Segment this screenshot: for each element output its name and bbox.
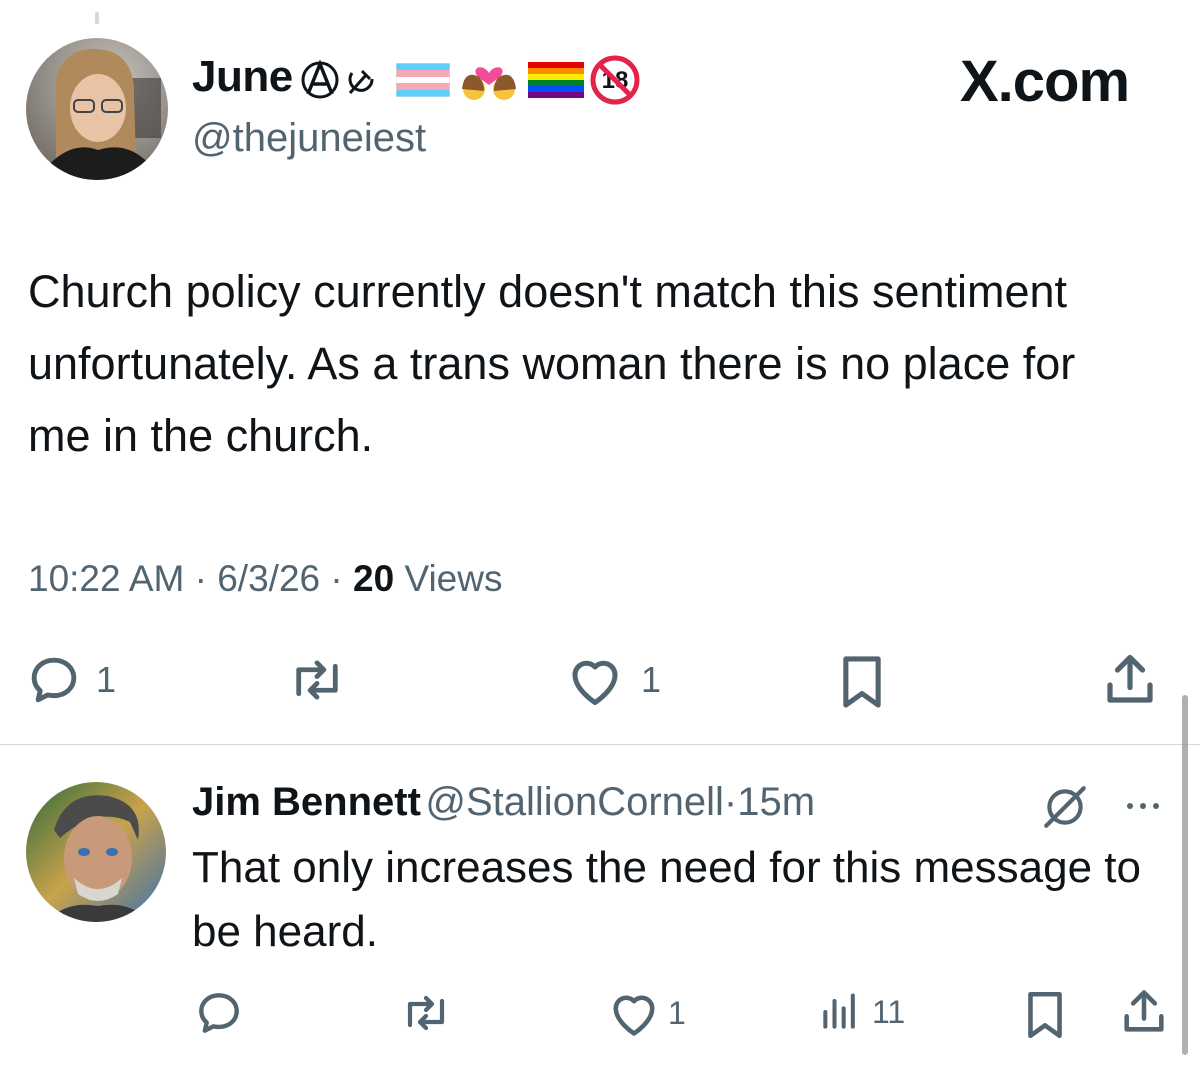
share-button[interactable] bbox=[1100, 650, 1160, 710]
reply-header: Jim Bennett @StallionCornell·15m bbox=[192, 780, 815, 825]
no-under-18-icon: 18 bbox=[590, 55, 640, 105]
like-count: 1 bbox=[641, 659, 662, 700]
tweet-date[interactable]: 6/3/26 bbox=[217, 558, 320, 599]
views-count: 20 bbox=[353, 558, 395, 599]
couple-with-heart-icon bbox=[456, 55, 522, 105]
reply-views-count: 11 bbox=[872, 993, 906, 1030]
reply-icon bbox=[26, 652, 82, 708]
share-icon bbox=[1118, 986, 1170, 1038]
tweet-divider bbox=[0, 744, 1200, 745]
author-avatar[interactable] bbox=[26, 38, 168, 180]
reply-repost-button[interactable] bbox=[398, 988, 454, 1038]
name-emoji-row: 18 bbox=[300, 55, 640, 105]
reply-icon bbox=[194, 988, 244, 1038]
like-icon bbox=[565, 652, 625, 708]
share-icon bbox=[1100, 650, 1160, 710]
tweet-time[interactable]: 10:22 AM bbox=[28, 558, 184, 599]
reply-separator: · bbox=[723, 780, 738, 824]
repost-icon bbox=[398, 988, 454, 1038]
reply-button[interactable]: 1 bbox=[26, 652, 116, 708]
display-name-text: June bbox=[192, 52, 293, 101]
anarchy-icon bbox=[300, 60, 340, 100]
top-dot bbox=[95, 12, 99, 24]
reply-like-count: 1 bbox=[668, 994, 686, 1031]
tweet-text: Church policy currently doesn't match th… bbox=[28, 266, 1076, 461]
reply-age[interactable]: 15m bbox=[737, 780, 815, 824]
reply-handle[interactable]: @StallionCornell bbox=[425, 780, 724, 824]
author-display-name[interactable]: June bbox=[192, 52, 293, 102]
like-icon bbox=[606, 988, 662, 1038]
author-handle[interactable]: @thejuneiest bbox=[192, 116, 426, 161]
reply-bookmark-button[interactable] bbox=[1020, 988, 1070, 1042]
more-button[interactable] bbox=[1118, 786, 1168, 826]
brand-label: X.com bbox=[960, 49, 1130, 114]
scrollbar[interactable] bbox=[1182, 695, 1188, 1055]
reply-views-button[interactable]: 11 bbox=[818, 990, 905, 1034]
meta-separator: · bbox=[330, 558, 343, 599]
reply-count: 1 bbox=[96, 659, 117, 700]
bookmark-button[interactable] bbox=[834, 652, 890, 712]
more-icon bbox=[1118, 786, 1168, 826]
reply-avatar[interactable] bbox=[26, 782, 166, 922]
repost-button[interactable] bbox=[285, 652, 349, 708]
tweet-meta: 10:22 AM · 6/3/26 · 20 Views bbox=[28, 558, 502, 600]
like-button[interactable]: 1 bbox=[565, 652, 661, 708]
bookmark-icon bbox=[834, 652, 890, 712]
meta-separator: · bbox=[194, 558, 207, 599]
views-icon bbox=[818, 990, 862, 1034]
reply-display-name[interactable]: Jim Bennett bbox=[192, 780, 421, 824]
grok-button[interactable] bbox=[1040, 782, 1090, 832]
repost-icon bbox=[285, 652, 349, 708]
reply-reply-button[interactable] bbox=[194, 988, 244, 1038]
bookmark-icon bbox=[1020, 988, 1070, 1042]
views-label: Views bbox=[404, 558, 503, 599]
reply-text: That only increases the need for this me… bbox=[192, 843, 1141, 956]
grok-icon bbox=[1040, 782, 1090, 832]
reply-share-button[interactable] bbox=[1118, 986, 1170, 1038]
hammer-sickle-icon bbox=[346, 63, 376, 97]
trans-flag-icon bbox=[396, 63, 450, 97]
reply-like-button[interactable]: 1 bbox=[606, 988, 686, 1038]
rainbow-flag-icon bbox=[528, 62, 584, 98]
